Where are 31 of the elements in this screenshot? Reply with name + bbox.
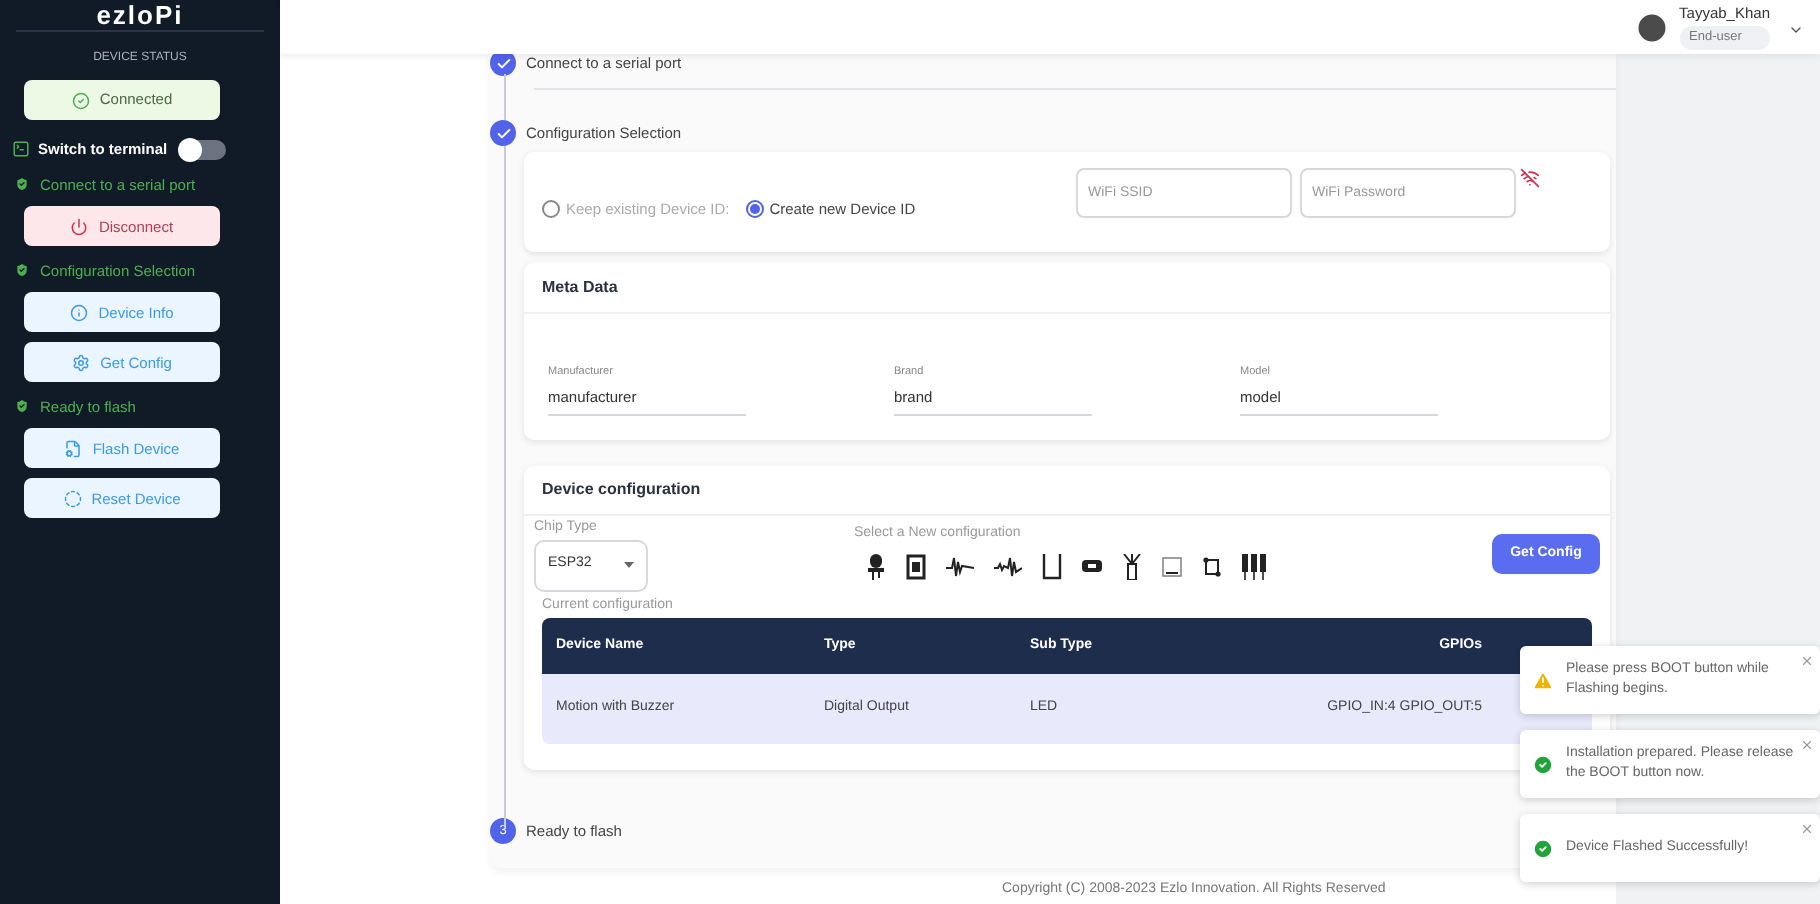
check-circle-icon [71, 91, 90, 109]
pins-icon[interactable] [1242, 553, 1266, 579]
relay-icon[interactable] [906, 553, 926, 579]
switch-icon[interactable] [1202, 553, 1222, 579]
wifi-off-icon[interactable] [1520, 168, 1540, 188]
info-icon [70, 303, 89, 322]
radio-button[interactable] [745, 200, 764, 219]
terminal-toggle[interactable] [179, 139, 226, 160]
waveform-icon[interactable] [994, 553, 1022, 579]
antenna-icon[interactable] [1122, 553, 1142, 579]
check-circle-icon [1532, 753, 1554, 775]
caret-icon [624, 562, 634, 568]
gear-icon [72, 353, 91, 372]
document-gear-icon [64, 439, 83, 458]
bracket-icon[interactable] [1042, 553, 1062, 579]
check-circle-icon [1532, 837, 1554, 859]
dome-icon[interactable] [1082, 560, 1102, 572]
close-icon[interactable] [1800, 654, 1814, 668]
dashed-circle-icon [63, 489, 82, 508]
power-icon [70, 217, 89, 236]
waveform-icon[interactable] [946, 553, 974, 579]
panel-icon[interactable] [1162, 553, 1182, 579]
warning-icon [1532, 669, 1554, 691]
card-title: Device configuration [542, 478, 701, 502]
close-icon[interactable] [1800, 738, 1814, 752]
logo: ezloPi [96, 2, 184, 30]
close-icon[interactable] [1800, 822, 1814, 836]
led-icon[interactable] [866, 553, 886, 579]
card-title: Meta Data [542, 275, 618, 299]
user-avatar-icon[interactable] [1633, 9, 1670, 45]
terminal-icon [12, 140, 30, 159]
